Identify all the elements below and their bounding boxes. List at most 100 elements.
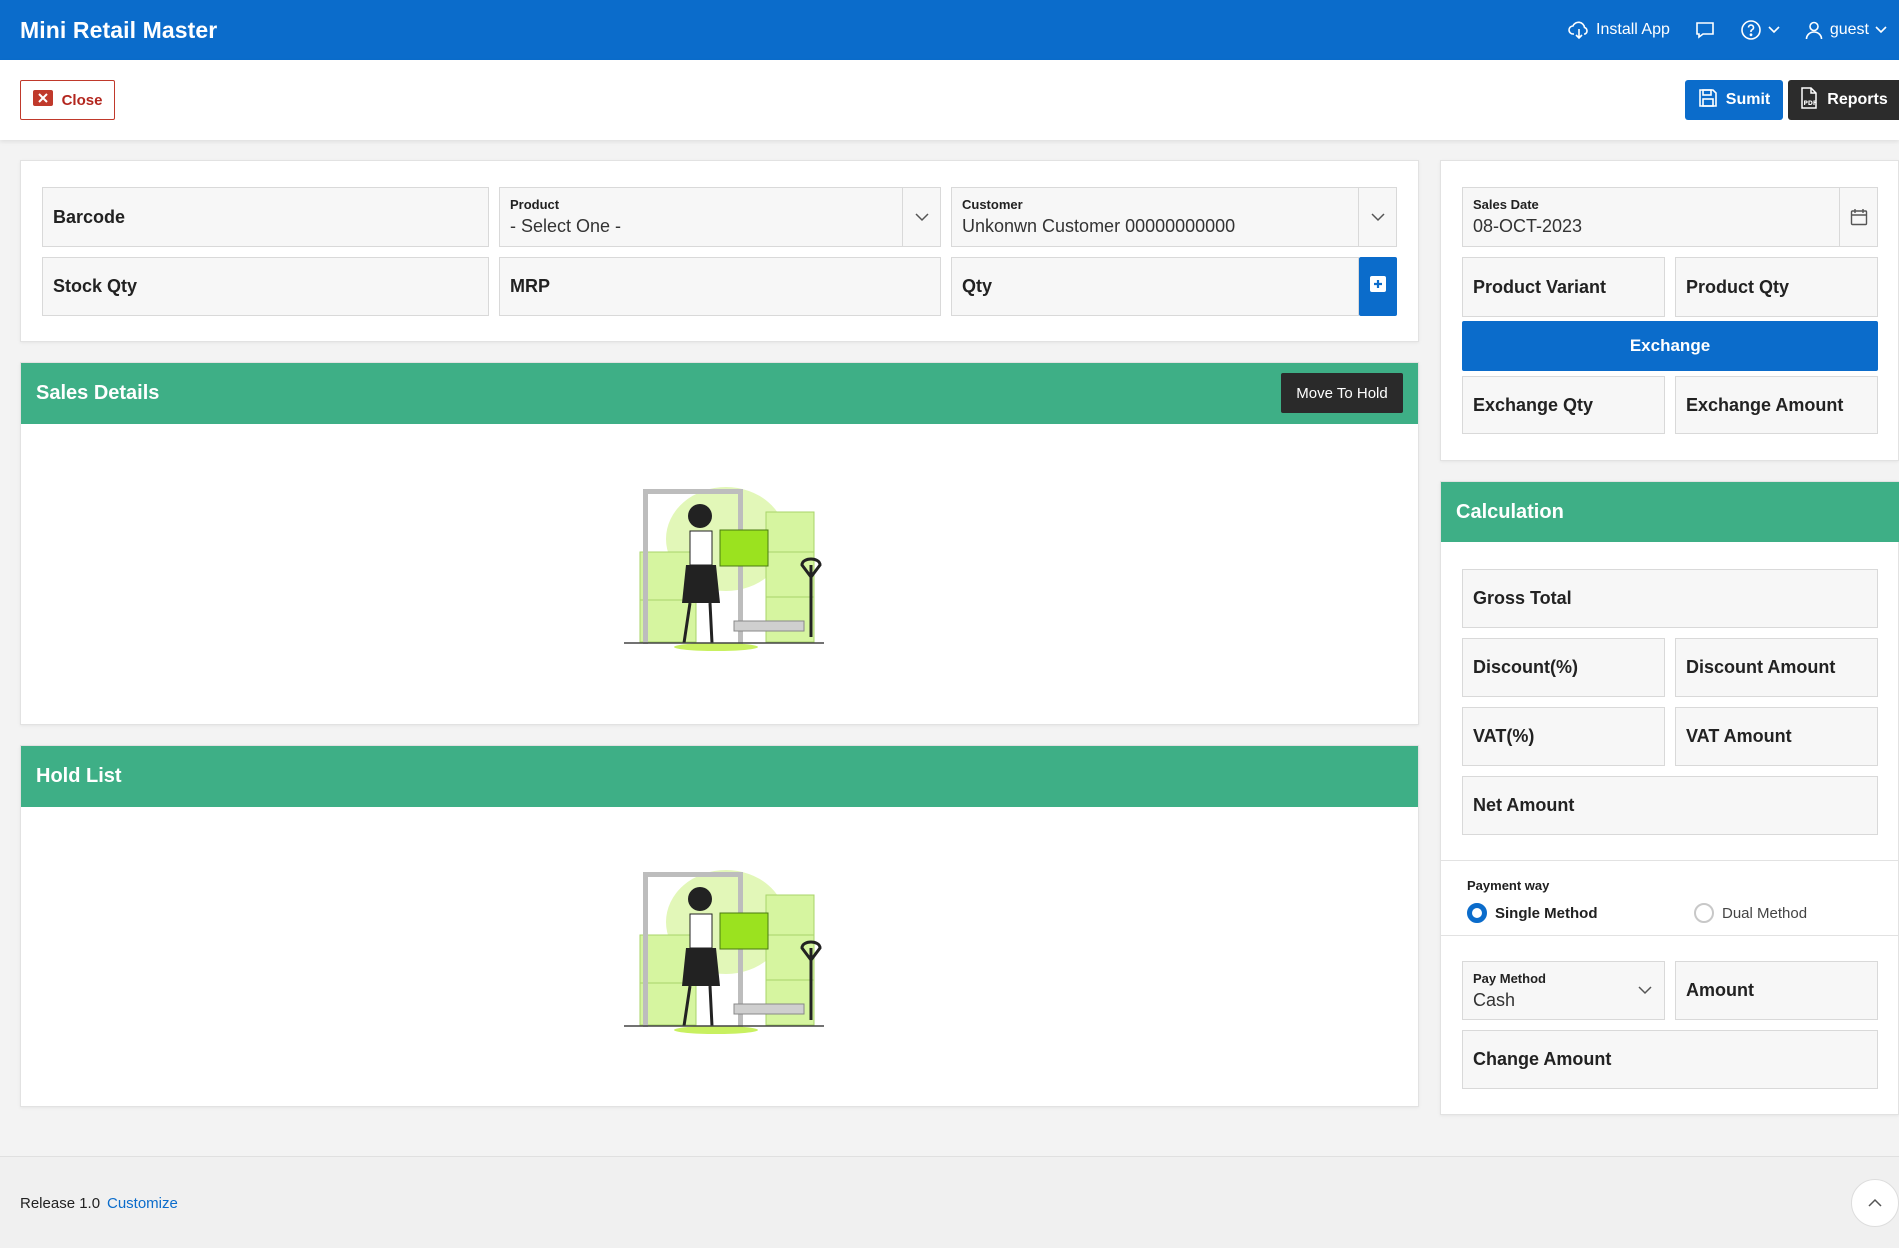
chat-icon — [1694, 20, 1716, 40]
chevron-down-icon[interactable] — [1626, 962, 1664, 1019]
barcode-field[interactable]: Barcode — [42, 187, 489, 247]
empty-state-illustration — [616, 467, 828, 654]
product-variant-label: Product Variant — [1473, 276, 1607, 297]
chevron-down-icon[interactable] — [902, 188, 940, 246]
close-icon — [32, 90, 53, 110]
sales-date-field[interactable]: Sales Date 08-OCT-2023 — [1462, 187, 1878, 247]
calendar-icon[interactable] — [1839, 188, 1877, 246]
plus-square-icon — [1369, 275, 1387, 298]
single-method-label: Single Method — [1495, 904, 1598, 922]
exchange-qty-field[interactable]: Exchange Qty — [1462, 376, 1665, 434]
footer: Release 1.0 Customize — [0, 1156, 1899, 1248]
radio-unselected-icon — [1694, 903, 1714, 923]
exchange-qty-label: Exchange Qty — [1473, 394, 1594, 415]
close-label: Close — [61, 91, 103, 109]
stock-qty-field[interactable]: Stock Qty — [42, 257, 489, 316]
product-qty-field[interactable]: Product Qty — [1675, 257, 1878, 317]
close-button[interactable]: Close — [20, 80, 115, 120]
customize-link[interactable]: Customize — [107, 1195, 178, 1212]
move-to-hold-button[interactable]: Move To Hold — [1281, 373, 1403, 413]
chevron-up-icon — [1868, 1194, 1882, 1212]
chevron-down-icon — [1768, 26, 1780, 34]
discount-amount-field[interactable]: Discount Amount — [1675, 638, 1878, 697]
user-icon — [1804, 20, 1824, 40]
scroll-to-top-button[interactable] — [1851, 1179, 1899, 1227]
exchange-button[interactable]: Exchange — [1462, 321, 1878, 371]
mrp-field[interactable]: MRP — [499, 257, 941, 316]
stock-qty-label: Stock Qty — [53, 276, 138, 296]
single-method-radio[interactable]: Single Method — [1467, 903, 1598, 923]
chevron-down-icon[interactable] — [1358, 188, 1396, 246]
hold-list-title: Hold List — [36, 765, 122, 787]
barcode-label: Barcode — [53, 206, 126, 227]
release-version: Release 1.0 — [20, 1195, 101, 1212]
sales-details-header: Sales Details — [21, 363, 1418, 424]
calculation-header: Calculation — [1441, 482, 1899, 542]
submit-button[interactable]: Sumit — [1685, 80, 1783, 120]
product-qty-label: Product Qty — [1686, 276, 1790, 297]
dual-method-radio[interactable]: Dual Method — [1694, 903, 1807, 923]
customer-label: Customer — [962, 197, 1023, 212]
pdf-icon: PDF — [1799, 86, 1819, 114]
help-icon — [1740, 19, 1762, 41]
app-title[interactable]: Mini Retail Master — [20, 17, 217, 44]
vat-amount-field[interactable]: VAT Amount — [1675, 707, 1878, 766]
payment-way-label: Payment way — [1467, 878, 1550, 893]
product-value: - Select One - — [510, 216, 622, 236]
sales-date-value: 08-OCT-2023 — [1473, 216, 1583, 236]
qty-field[interactable]: Qty — [951, 257, 1359, 316]
save-icon — [1698, 88, 1718, 113]
page-toolbar: Close Sumit PDF Reports — [0, 60, 1899, 140]
net-amount-field[interactable]: Net Amount — [1462, 776, 1878, 835]
customer-value: Unkonwn Customer 00000000000 — [962, 216, 1236, 236]
discount-percent-label: Discount(%) — [1473, 657, 1578, 677]
net-amount-label: Net Amount — [1473, 795, 1575, 815]
sales-date-label: Sales Date — [1473, 197, 1539, 212]
radio-selected-icon — [1467, 903, 1487, 923]
qty-label: Qty — [962, 276, 993, 296]
reports-label: Reports — [1827, 91, 1888, 108]
discount-amount-label: Discount Amount — [1686, 657, 1836, 677]
user-name: guest — [1829, 21, 1869, 38]
reports-button[interactable]: PDF Reports — [1788, 80, 1899, 120]
mrp-label: MRP — [510, 276, 550, 296]
install-app-button[interactable]: Install App — [1568, 20, 1670, 40]
top-bar: Mini Retail Master Install App guest — [0, 0, 1899, 60]
hold-list-header: Hold List — [21, 746, 1418, 807]
chat-button[interactable] — [1694, 20, 1716, 40]
exchange-amount-label: Exchange Amount — [1686, 394, 1844, 415]
customer-select[interactable]: Customer Unkonwn Customer 00000000000 — [951, 187, 1397, 247]
install-app-label: Install App — [1596, 21, 1670, 38]
pay-method-label: Pay Method — [1473, 970, 1546, 986]
add-item-button[interactable] — [1359, 257, 1397, 316]
svg-text:PDF: PDF — [1804, 100, 1817, 107]
product-select[interactable]: Product - Select One - — [499, 187, 941, 247]
user-menu-button[interactable]: guest — [1804, 20, 1887, 40]
divider — [1441, 935, 1899, 936]
dual-method-label: Dual Method — [1722, 904, 1808, 922]
discount-percent-field[interactable]: Discount(%) — [1462, 638, 1665, 697]
exchange-amount-field[interactable]: Exchange Amount — [1675, 376, 1878, 434]
divider — [1441, 860, 1899, 861]
top-bar-actions: Install App guest — [1568, 19, 1887, 41]
chevron-down-icon — [1875, 26, 1887, 34]
vat-amount-label: VAT Amount — [1686, 726, 1792, 746]
vat-percent-label: VAT(%) — [1473, 726, 1535, 746]
vat-percent-field[interactable]: VAT(%) — [1462, 707, 1665, 766]
gross-total-label: Gross Total — [1473, 588, 1572, 608]
product-label: Product — [510, 197, 560, 212]
pay-method-value: Cash — [1473, 989, 1516, 1010]
submit-label: Sumit — [1725, 91, 1771, 108]
calculation-title: Calculation — [1456, 500, 1564, 523]
help-menu-button[interactable] — [1740, 19, 1780, 41]
amount-field[interactable]: Amount — [1675, 961, 1878, 1020]
gross-total-field[interactable]: Gross Total — [1462, 569, 1878, 628]
change-amount-field[interactable]: Change Amount — [1462, 1030, 1878, 1089]
product-variant-field[interactable]: Product Variant — [1462, 257, 1665, 317]
amount-label: Amount — [1686, 980, 1754, 1000]
empty-state-illustration — [616, 850, 828, 1037]
cloud-download-icon — [1568, 20, 1590, 40]
pay-method-select[interactable]: Pay Method Cash — [1462, 961, 1665, 1020]
sales-details-title: Sales Details — [36, 382, 160, 404]
change-amount-label: Change Amount — [1473, 1049, 1612, 1069]
